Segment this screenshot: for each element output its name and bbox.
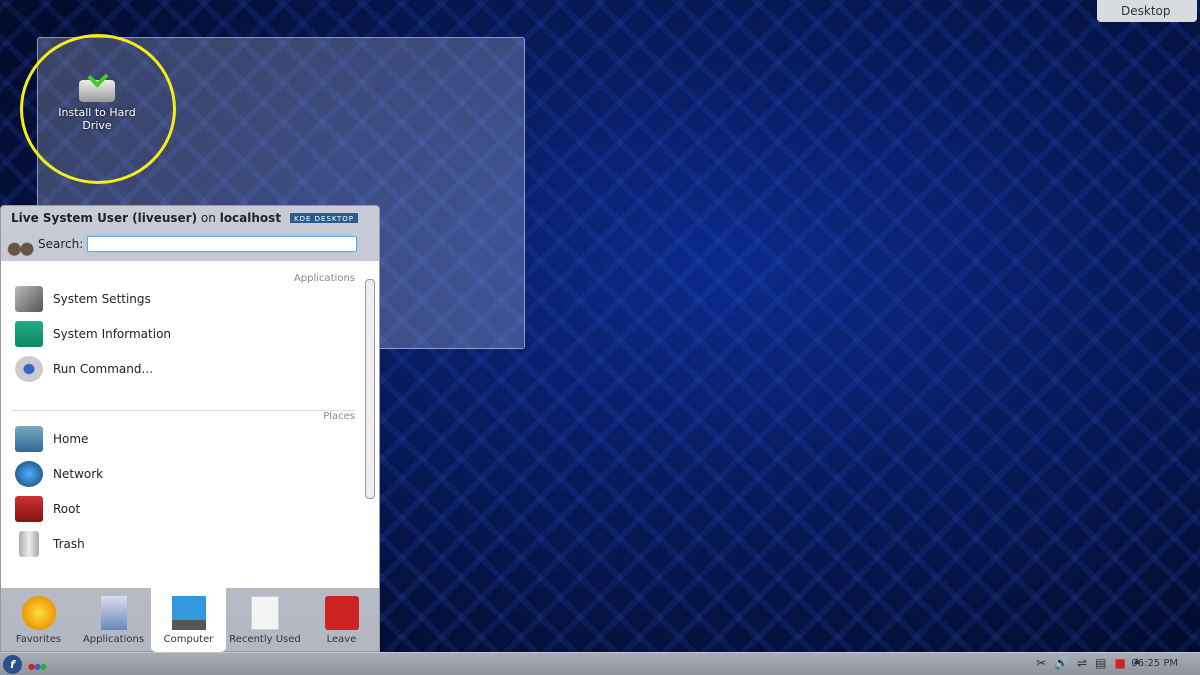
scrollbar[interactable] xyxy=(365,275,375,575)
system-info-icon xyxy=(15,321,43,347)
notification-error-icon[interactable]: ■ xyxy=(1115,656,1126,670)
volume-icon[interactable]: 🔊 xyxy=(1054,656,1069,670)
tab-computer[interactable]: Computer xyxy=(151,588,226,652)
recent-clock-icon xyxy=(251,596,279,630)
search-input[interactable] xyxy=(87,236,357,252)
tab-recently-used[interactable]: Recently Used xyxy=(226,588,304,652)
tab-favorites[interactable]: Favorites xyxy=(1,588,76,652)
fedora-launcher-icon[interactable]: f xyxy=(3,655,22,674)
applications-icon xyxy=(100,596,127,630)
taskbar-panel: f ●●● ✂ 🔊 ⇌ ▤ ■ ▲ 06:25 PM xyxy=(0,652,1200,675)
menu-item-system-information[interactable]: System Information xyxy=(15,320,171,348)
tab-leave[interactable]: Leave xyxy=(304,588,379,652)
hard-drive-install-icon xyxy=(79,80,115,102)
desktop-icon-label: Install to Hard Drive xyxy=(58,106,136,132)
install-to-hard-drive-shortcut[interactable]: Install to Hard Drive xyxy=(52,72,142,132)
kde-desktop-badge: KDE DESKTOP xyxy=(289,212,359,224)
section-applications: Applications xyxy=(293,273,355,284)
root-folder-icon xyxy=(15,496,43,522)
system-tray: ✂ 🔊 ⇌ ▤ ■ ▲ xyxy=(1036,656,1140,670)
desktop-toolbox-button[interactable]: Desktop xyxy=(1097,0,1197,22)
trash-icon xyxy=(19,531,39,557)
scrollbar-thumb[interactable] xyxy=(365,279,375,499)
klipper-scissors-icon[interactable]: ✂ xyxy=(1036,656,1046,670)
home-folder-icon xyxy=(15,426,43,452)
run-command-icon xyxy=(15,356,43,382)
tools-icon xyxy=(15,286,43,312)
menu-item-system-settings[interactable]: System Settings xyxy=(15,285,151,313)
usb-icon[interactable]: ⇌ xyxy=(1077,656,1087,670)
tab-applications[interactable]: Applications xyxy=(76,588,151,652)
clock[interactable]: 06:25 PM xyxy=(1131,658,1178,669)
menu-item-network[interactable]: Network xyxy=(15,460,103,488)
laptop-icon xyxy=(171,596,206,630)
clipboard-icon[interactable]: ▤ xyxy=(1095,656,1106,670)
star-icon xyxy=(21,596,56,630)
search-label: Search: xyxy=(38,237,84,251)
user-info: Live System User (liveuser) on localhost xyxy=(11,211,282,225)
binoculars-icon xyxy=(6,236,34,258)
menu-item-home[interactable]: Home xyxy=(15,425,88,453)
menu-item-root[interactable]: Root xyxy=(15,495,80,523)
menu-item-trash[interactable]: Trash xyxy=(15,530,85,558)
section-places: Places xyxy=(323,411,355,422)
pager-icon[interactable]: ●●● xyxy=(28,662,47,671)
menu-item-run-command[interactable]: Run Command... xyxy=(15,355,153,383)
network-globe-icon xyxy=(15,461,43,487)
kickoff-menu: Live System User (liveuser) on localhost… xyxy=(0,205,380,652)
divider xyxy=(11,410,355,411)
power-icon xyxy=(324,596,359,630)
